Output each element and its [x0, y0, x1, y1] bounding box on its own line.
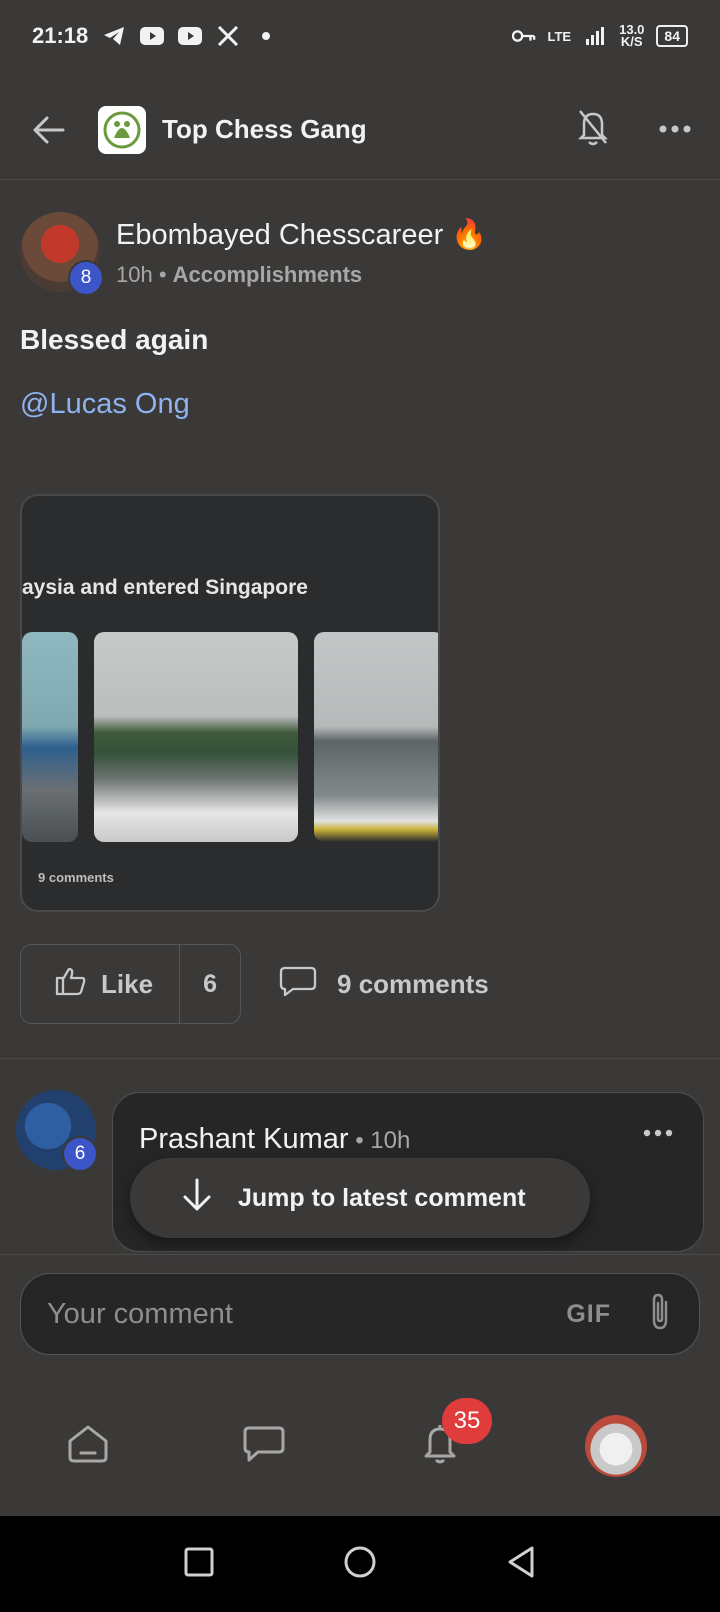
post-header: 8 Ebombayed Chesscareer 🔥 10h • Accompli…: [20, 212, 487, 296]
back-triangle-icon[interactable]: [506, 1545, 536, 1584]
commenter-avatar[interactable]: 6: [16, 1090, 98, 1172]
recent-apps-icon[interactable]: [184, 1547, 214, 1582]
divider: [0, 1058, 720, 1059]
comments-button[interactable]: 9 comments: [279, 965, 489, 1004]
bell-off-icon[interactable]: [576, 107, 610, 152]
like-button[interactable]: Like: [21, 945, 181, 1023]
more-options-icon[interactable]: [658, 121, 692, 139]
author-name[interactable]: Ebombayed Chesscareer 🔥: [116, 218, 487, 252]
like-count[interactable]: 6: [180, 945, 240, 1023]
chat-icon: [242, 1424, 286, 1469]
battery-indicator: 84: [656, 25, 688, 47]
post-category[interactable]: Accomplishments: [173, 262, 363, 287]
image-comments-text: 9 comments: [38, 870, 114, 885]
post-time: 10h: [116, 262, 153, 287]
back-arrow-icon[interactable]: [28, 110, 68, 150]
comment-time: • 10h: [348, 1127, 411, 1154]
signal-icon: [583, 26, 607, 46]
post-image[interactable]: aysia and entered Singapore 9 comments: [20, 494, 440, 912]
post-title: Blessed again: [20, 324, 209, 355]
top-app-bar: Top Chess Gang: [0, 80, 720, 180]
jump-label: Jump to latest comment: [238, 1183, 526, 1212]
jump-to-latest-button[interactable]: Jump to latest comment: [130, 1158, 590, 1238]
home-icon: [66, 1423, 110, 1470]
nav-home[interactable]: [0, 1406, 176, 1486]
youtube-icon: [140, 26, 165, 46]
thumbs-up-icon: [55, 966, 87, 1003]
system-navigation-bar: [0, 1516, 720, 1612]
nav-notifications[interactable]: 35: [352, 1398, 528, 1486]
meta-separator: •: [158, 262, 167, 287]
network-type: LTE: [547, 28, 572, 44]
bottom-navigation: 35: [0, 1376, 720, 1516]
arrow-down-icon: [180, 1177, 214, 1220]
comment-input-box: GIF: [20, 1273, 700, 1355]
page-title[interactable]: Top Chess Gang: [162, 114, 367, 145]
like-label: Like: [101, 968, 154, 999]
gif-button[interactable]: GIF: [566, 1300, 611, 1329]
group-logo[interactable]: [98, 105, 146, 154]
like-group: Like 6: [20, 944, 242, 1024]
comment-more-icon[interactable]: [643, 1125, 673, 1143]
vpn-key-icon: [511, 26, 536, 46]
image-thumbnail: [314, 632, 438, 842]
nav-profile[interactable]: [528, 1406, 704, 1486]
home-circle-icon[interactable]: [343, 1545, 377, 1584]
image-thumbnail: [94, 632, 298, 842]
comment-composer: GIF: [0, 1254, 720, 1355]
post-actions: Like 6 9 comments: [20, 944, 489, 1024]
comment-author-line: Prashant Kumar • 10h: [139, 1123, 410, 1156]
youtube-icon: [178, 26, 203, 46]
comment-author-name[interactable]: Prashant Kumar: [139, 1123, 349, 1155]
dot-icon: [254, 26, 278, 46]
comment-input[interactable]: [47, 1297, 567, 1331]
telegram-icon: [102, 26, 126, 46]
author-avatar[interactable]: 8: [20, 212, 104, 296]
post-meta: 10h • Accomplishments: [116, 262, 487, 288]
level-badge: 8: [68, 260, 104, 296]
comment-bubble-icon: [279, 965, 317, 1004]
notification-count-badge: 35: [442, 1398, 492, 1444]
status-bar: 21:18 LTE 13.0 K/S 84: [0, 0, 720, 72]
level-badge: 6: [62, 1136, 98, 1172]
comments-label: 9 comments: [337, 968, 489, 999]
nav-chat[interactable]: [176, 1406, 352, 1486]
user-mention-link[interactable]: @Lucas Ong: [20, 388, 190, 421]
profile-avatar: [585, 1415, 647, 1477]
status-time: 21:18: [32, 23, 89, 48]
network-speed-unit: K/S: [620, 34, 643, 49]
image-thumbnail: [22, 632, 78, 842]
image-caption: aysia and entered Singapore: [22, 576, 308, 599]
attachment-icon[interactable]: [647, 1292, 673, 1337]
x-icon: [216, 26, 240, 46]
